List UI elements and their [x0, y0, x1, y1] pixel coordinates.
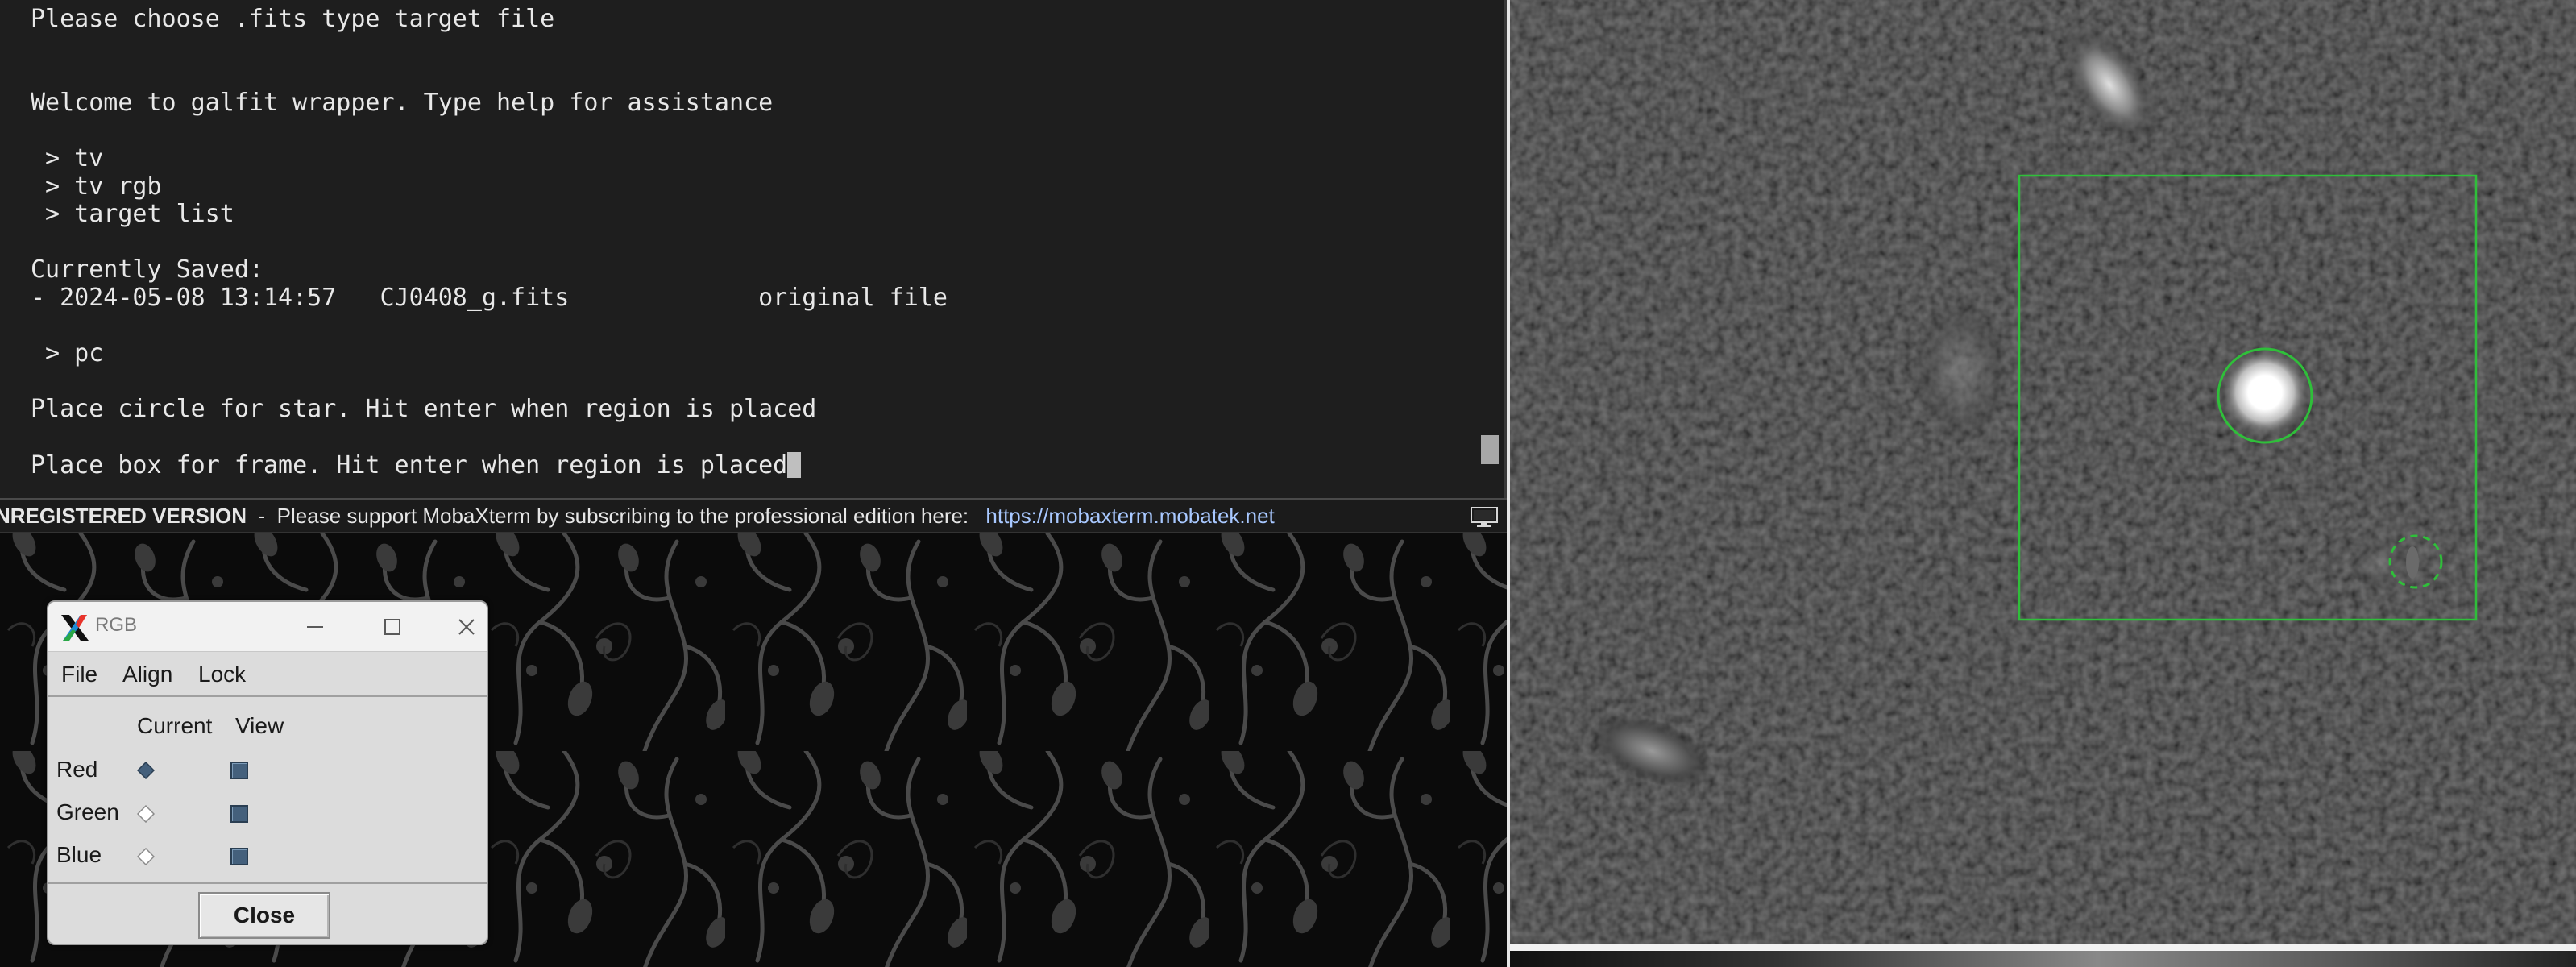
terminal-line: Place circle for star. Hit enter when re… — [31, 395, 817, 424]
channel-label-red: Red — [56, 757, 98, 782]
terminal-output: Please choose .fits type target file Welc… — [31, 5, 948, 480]
current-radio-blue[interactable] — [137, 848, 155, 865]
colorbar-border — [1510, 944, 2576, 951]
menu-file[interactable]: File — [61, 662, 97, 687]
rgb-dialog: RGB File Align Lock Current View Red Gre… — [47, 600, 488, 945]
terminal-scrollbar[interactable] — [1483, 0, 1504, 498]
terminal-cursor — [787, 451, 802, 478]
terminal-line: > tv rgb — [31, 172, 162, 201]
terminal-line: > target list — [31, 200, 234, 229]
rgb-window-title: RGB — [95, 614, 138, 636]
view-column-header: View — [235, 713, 284, 738]
colorbar[interactable] — [1510, 951, 2576, 967]
terminal-line: Please choose .fits type target file — [31, 5, 555, 33]
status-separator: - — [258, 504, 266, 528]
unregistered-label: NREGISTERED VERSION — [0, 504, 247, 528]
terminal-pane[interactable]: Please choose .fits type target file Welc… — [0, 0, 1507, 498]
image-viewer[interactable] — [1507, 0, 2576, 967]
monitor-icon[interactable] — [1470, 506, 1499, 529]
fits-image-canvas[interactable] — [1510, 0, 2576, 944]
terminal-line: Currently Saved: — [31, 255, 263, 284]
terminal-line-text: Place box for frame. Hit enter when regi… — [31, 450, 788, 479]
mobaxterm-link[interactable]: https://mobaxterm.mobatek.net — [985, 504, 1274, 528]
x11-logo-icon — [61, 615, 89, 641]
mobaxterm-status-bar: NREGISTERED VERSION - Please support Mob… — [0, 498, 1507, 533]
rgb-menubar: File Align Lock — [48, 652, 487, 697]
current-column-header: Current — [137, 713, 213, 738]
terminal-line: - 2024-05-08 13:14:57 CJ0408_g.fits orig… — [31, 283, 948, 312]
terminal-scroll-thumb[interactable] — [1481, 435, 1499, 464]
view-checkbox-red[interactable] — [230, 762, 248, 779]
view-checkbox-blue[interactable] — [230, 848, 248, 865]
minimize-icon[interactable] — [300, 612, 330, 642]
support-message: Please support MobaXterm by subscribing … — [276, 504, 969, 528]
terminal-line: Place box for frame. Hit enter when regi… — [31, 450, 948, 480]
terminal-line: Welcome to galfit wrapper. Type help for… — [31, 88, 774, 117]
current-radio-green[interactable] — [137, 805, 155, 823]
rgb-titlebar[interactable]: RGB — [48, 602, 487, 652]
menu-lock[interactable]: Lock — [198, 662, 246, 687]
terminal-line: > pc — [31, 339, 104, 368]
channel-label-green: Green — [56, 799, 119, 824]
maximize-icon[interactable] — [377, 612, 408, 642]
close-icon[interactable] — [451, 612, 482, 642]
terminal-line: > tv — [31, 143, 104, 172]
channel-label-blue: Blue — [56, 842, 102, 867]
view-checkbox-green[interactable] — [230, 805, 248, 823]
current-radio-red[interactable] — [137, 762, 155, 779]
dialog-separator — [48, 882, 487, 884]
menu-align[interactable]: Align — [122, 662, 172, 687]
close-button[interactable]: Close — [198, 892, 330, 939]
